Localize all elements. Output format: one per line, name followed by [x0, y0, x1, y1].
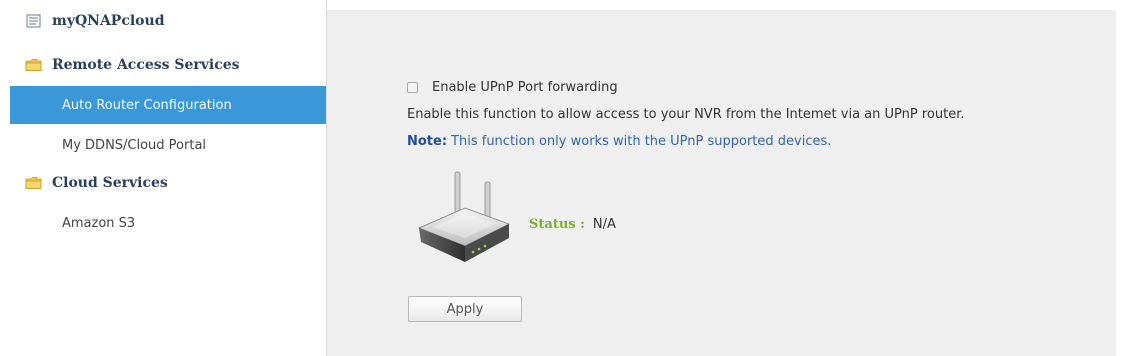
note-label: Note: — [407, 134, 448, 149]
sidebar-item-auto-router-configuration[interactable]: Auto Router Configuration — [10, 86, 326, 124]
sidebar-item-label: myQNAPcloud — [52, 13, 165, 29]
sidebar-item-label: Cloud Services — [52, 175, 168, 191]
sidebar-item-amazon-s3[interactable]: Amazon S3 — [10, 204, 326, 242]
upnp-checkbox-label[interactable]: Enable UPnP Port forwarding — [432, 80, 618, 95]
sidebar-item-label: Remote Access Services — [52, 57, 240, 73]
sidebar-item-remote-access-services[interactable]: Remote Access Services — [10, 46, 326, 84]
sidebar-item-label: My DDNS/Cloud Portal — [62, 137, 207, 153]
upnp-checkbox[interactable] — [407, 82, 418, 93]
sidebar-item-label: Amazon S3 — [62, 215, 136, 231]
upnp-description: Enable this function to allow access to … — [407, 107, 965, 122]
sidebar-item-cloud-services[interactable]: Cloud Services — [10, 164, 326, 202]
sidebar-item-myqnapcloud[interactable]: myQNAPcloud — [10, 2, 326, 40]
page-icon — [24, 13, 44, 29]
status-value: N/A — [592, 217, 616, 232]
main-panel: Enable UPnP Port forwarding Enable this … — [327, 10, 1116, 356]
folder-icon — [24, 175, 44, 191]
wireless-router-icon — [413, 170, 515, 270]
sidebar: myQNAPcloud Remote Access Services Auto … — [0, 0, 327, 356]
folder-icon — [24, 57, 44, 73]
upnp-option-row: Enable UPnP Port forwarding — [407, 80, 618, 95]
apply-button[interactable]: Apply — [408, 296, 522, 322]
status-label: Status : — [529, 217, 585, 232]
router-status: Status : N/A — [529, 217, 616, 232]
sidebar-item-label: Auto Router Configuration — [62, 97, 232, 113]
note-text: This function only works with the UPnP s… — [451, 134, 832, 149]
sidebar-item-my-ddns-cloud-portal[interactable]: My DDNS/Cloud Portal — [10, 126, 326, 164]
upnp-note: Note: This function only works with the U… — [407, 134, 831, 149]
